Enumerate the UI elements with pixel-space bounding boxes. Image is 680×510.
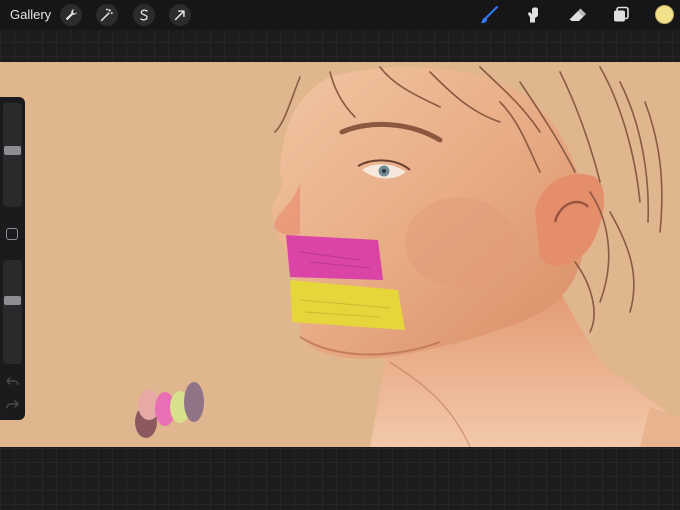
modify-button[interactable] xyxy=(6,228,18,240)
artwork xyxy=(0,62,680,447)
smudge-finger-icon xyxy=(528,7,538,23)
eraser-button[interactable] xyxy=(566,4,588,26)
layers-icon xyxy=(614,6,629,22)
brush-icon xyxy=(480,6,498,24)
undo-button[interactable] xyxy=(6,377,19,388)
selection-button[interactable] xyxy=(133,4,155,26)
gallery-button[interactable]: Gallery xyxy=(10,7,51,22)
arrow-cursor-icon xyxy=(174,10,185,21)
opacity-slider[interactable] xyxy=(3,260,22,364)
cheek-shading xyxy=(405,197,515,287)
transform-button[interactable] xyxy=(169,4,191,26)
smudge-button[interactable] xyxy=(522,4,544,26)
top-toolbar: Gallery xyxy=(0,0,680,30)
selection-s-icon xyxy=(140,9,148,21)
brush-size-slider[interactable] xyxy=(3,103,22,207)
left-sidebar xyxy=(0,97,25,420)
wrench-icon xyxy=(65,9,77,21)
brush-size-thumb[interactable] xyxy=(4,146,21,155)
drawing-canvas[interactable] xyxy=(0,62,680,447)
layers-button[interactable] xyxy=(610,4,632,26)
magic-wand-icon xyxy=(100,8,113,22)
pink-tape xyxy=(286,235,383,280)
opacity-thumb[interactable] xyxy=(4,296,21,305)
actions-button[interactable] xyxy=(60,4,82,26)
color-picker-button[interactable] xyxy=(655,5,674,24)
redo-button[interactable] xyxy=(6,400,19,411)
eraser-icon xyxy=(569,8,586,21)
adjustments-button[interactable] xyxy=(96,4,118,26)
pupil-shape xyxy=(382,169,386,173)
palette-swatch xyxy=(184,382,204,422)
brush-button[interactable] xyxy=(478,4,500,26)
